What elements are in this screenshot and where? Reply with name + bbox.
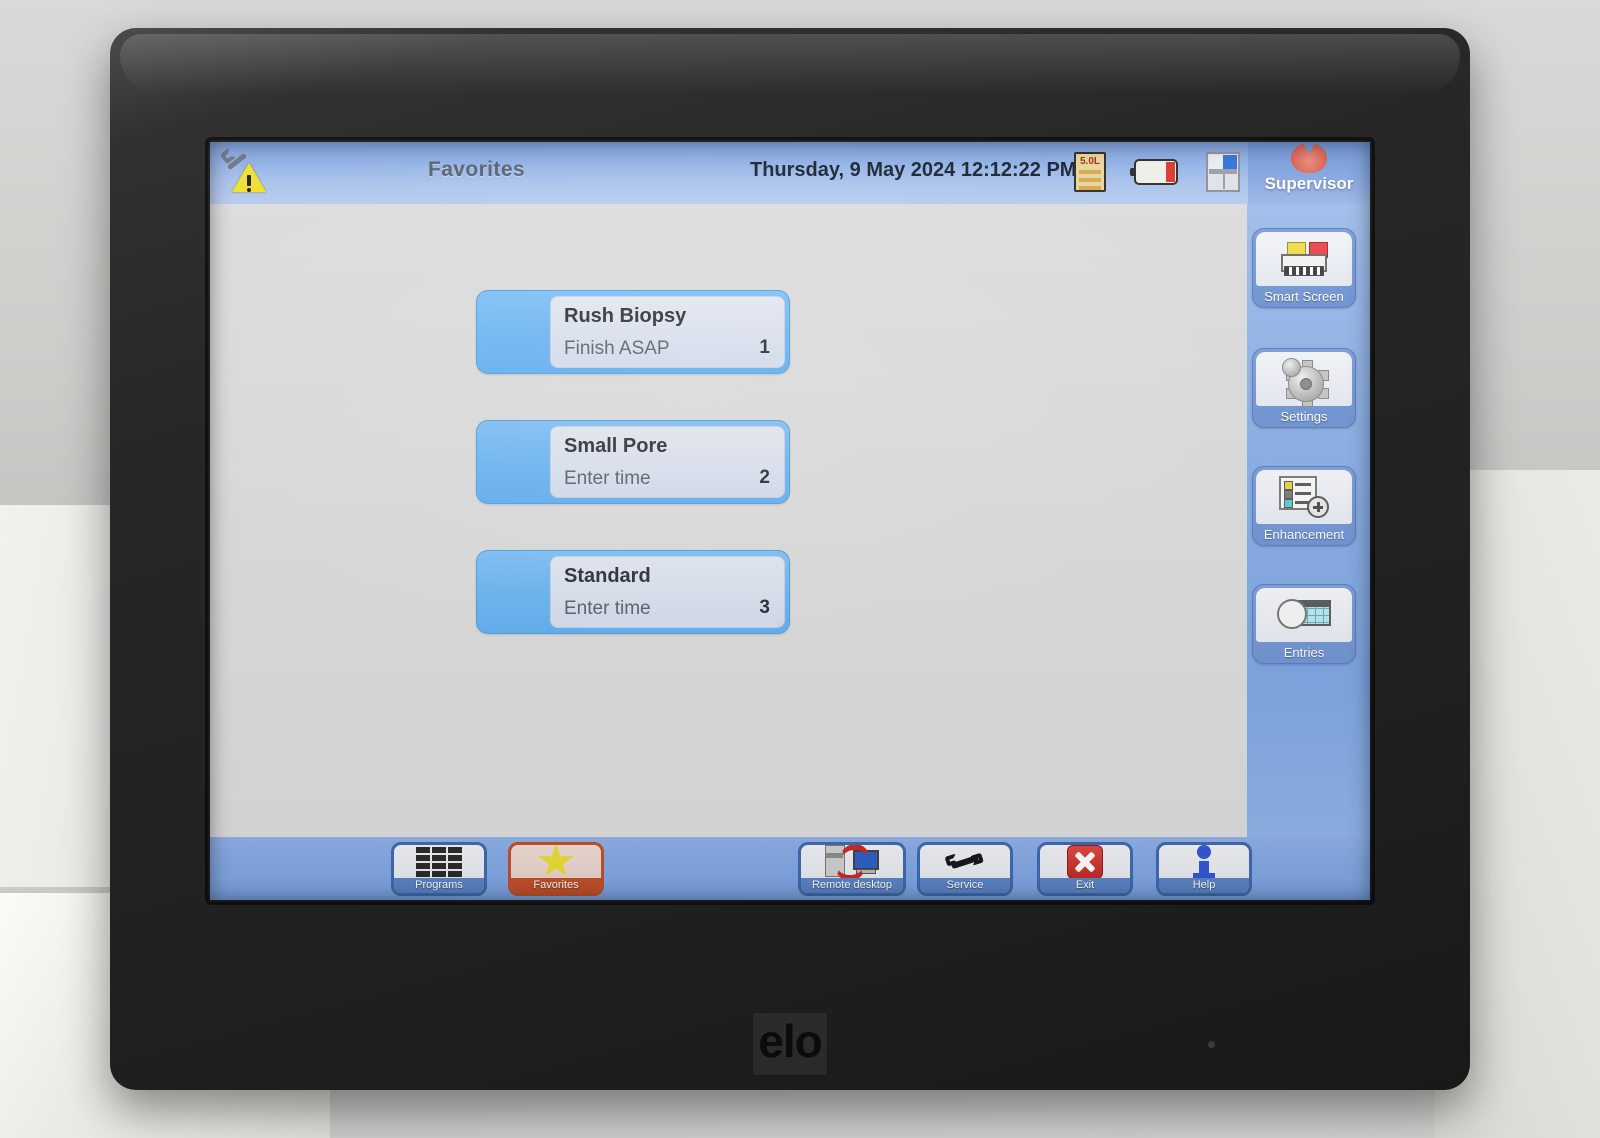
toolbar-icon-area [1159,845,1249,879]
toolbar-icon-area [920,845,1010,878]
favorite-number: 1 [759,337,770,358]
reagent-volume-label: 5.0L [1079,156,1100,167]
sidebar-icon-face [1256,352,1352,407]
sidebar-item-smart-screen[interactable]: Smart Screen [1252,228,1356,308]
toolbar-icon-area [511,845,601,878]
entries-grid-icon [1277,596,1331,634]
favorite-title: Rush Biopsy [564,305,687,327]
favorite-card: Small Pore Enter time 2 [550,426,785,498]
toolbar-icon-area [801,845,903,881]
warning-exclamation [247,175,251,192]
bottom-toolbar: Programs Favorites Remote desktop Servic… [210,837,1370,900]
datetime-display: Thursday, 9 May 2024 12:12:22 PM [750,159,1077,181]
supervisor-flower-icon [1291,143,1327,173]
toolbar-button-favorites[interactable]: Favorites [508,842,604,896]
sidebar-item-label: Entries [1283,645,1325,660]
info-icon [1193,845,1215,879]
bezel-gloss [120,34,1460,94]
favorite-item-3[interactable]: Standard Enter time 3 [476,550,790,634]
toolbar-button-exit[interactable]: Exit [1037,842,1133,896]
elo-brand-logo: elo [753,1013,827,1075]
checklist-plus-icon [1279,476,1329,518]
favorite-number: 3 [759,597,770,618]
toolbar-button-label: Programs [394,878,484,893]
toolbar-button-label: Help [1159,878,1249,893]
favorite-card: Standard Enter time 3 [550,556,785,628]
wrench-warning-icon[interactable] [219,147,270,194]
smart-screen-icon [1277,240,1331,278]
sidebar-icon-face [1256,232,1352,286]
red-x-icon [1067,845,1103,879]
status-icon-tray: 5.0L [1074,152,1240,192]
reagent-container-icon[interactable]: 5.0L [1074,152,1106,192]
star-icon [537,845,575,877]
battery-icon[interactable] [1130,159,1178,185]
window-layout-icon[interactable] [1206,152,1240,192]
sidebar-icon-face [1256,588,1352,642]
favorite-number: 2 [759,467,770,488]
supervisor-user-button[interactable]: Supervisor [1248,142,1370,204]
power-led [1208,1041,1215,1048]
sidebar-item-label: Smart Screen [1264,289,1344,304]
toolbar-icon-area [394,845,484,878]
toolbar-button-label: Remote desktop [801,878,903,893]
touchscreen-monitor: Favorites Thursday, 9 May 2024 12:12:22 … [110,28,1470,1090]
sidebar-item-enhancement[interactable]: Enhancement [1252,466,1356,546]
favorite-item-2[interactable]: Small Pore Enter time 2 [476,420,790,504]
toolbar-button-label: Favorites [511,878,601,893]
grid-programs-icon [416,846,462,877]
toolbar-icon-area [1040,845,1130,879]
favorite-title: Small Pore [564,435,668,457]
toolbar-button-label: Exit [1040,878,1130,893]
favorite-card: Rush Biopsy Finish ASAP 1 [550,296,785,368]
sidebar-item-entries[interactable]: Entries [1252,584,1356,664]
favorite-item-1[interactable]: Rush Biopsy Finish ASAP 1 [476,290,790,374]
gear-icon [1282,358,1329,407]
favorites-list: Rush Biopsy Finish ASAP 1 Small Pore Ent… [476,290,790,680]
screen: Favorites Thursday, 9 May 2024 12:12:22 … [210,142,1370,900]
favorite-subtitle: Enter time [564,598,651,619]
toolbar-button-label: Service [920,878,1010,893]
wrench-icon [943,845,987,881]
elo-logo-text: elo [758,1015,822,1067]
title-bar: Favorites Thursday, 9 May 2024 12:12:22 … [210,142,1370,204]
sidebar-item-settings[interactable]: Settings [1252,348,1356,428]
toolbar-button-service[interactable]: Service [917,842,1013,896]
sidebar-item-label: Enhancement [1263,527,1345,542]
toolbar-button-help[interactable]: Help [1156,842,1252,896]
favorite-title: Standard [564,565,651,587]
toolbar-button-programs[interactable]: Programs [391,842,487,896]
remote-desktop-icon [825,845,879,881]
sidebar-item-label: Settings [1280,409,1328,424]
favorite-subtitle: Enter time [564,468,651,489]
right-sidebar: Smart Screen Settings Enhancement Entrie… [1247,204,1370,837]
body-area: Rush Biopsy Finish ASAP 1 Small Pore Ent… [210,204,1370,837]
favorite-subtitle: Finish ASAP [564,338,670,359]
page-title: Favorites [428,158,525,181]
content-panel: Rush Biopsy Finish ASAP 1 Small Pore Ent… [210,204,1247,837]
scene: Favorites Thursday, 9 May 2024 12:12:22 … [0,0,1600,1138]
supervisor-label: Supervisor [1264,174,1354,193]
toolbar-button-remote-desktop[interactable]: Remote desktop [798,842,906,896]
sidebar-icon-face [1256,470,1352,524]
